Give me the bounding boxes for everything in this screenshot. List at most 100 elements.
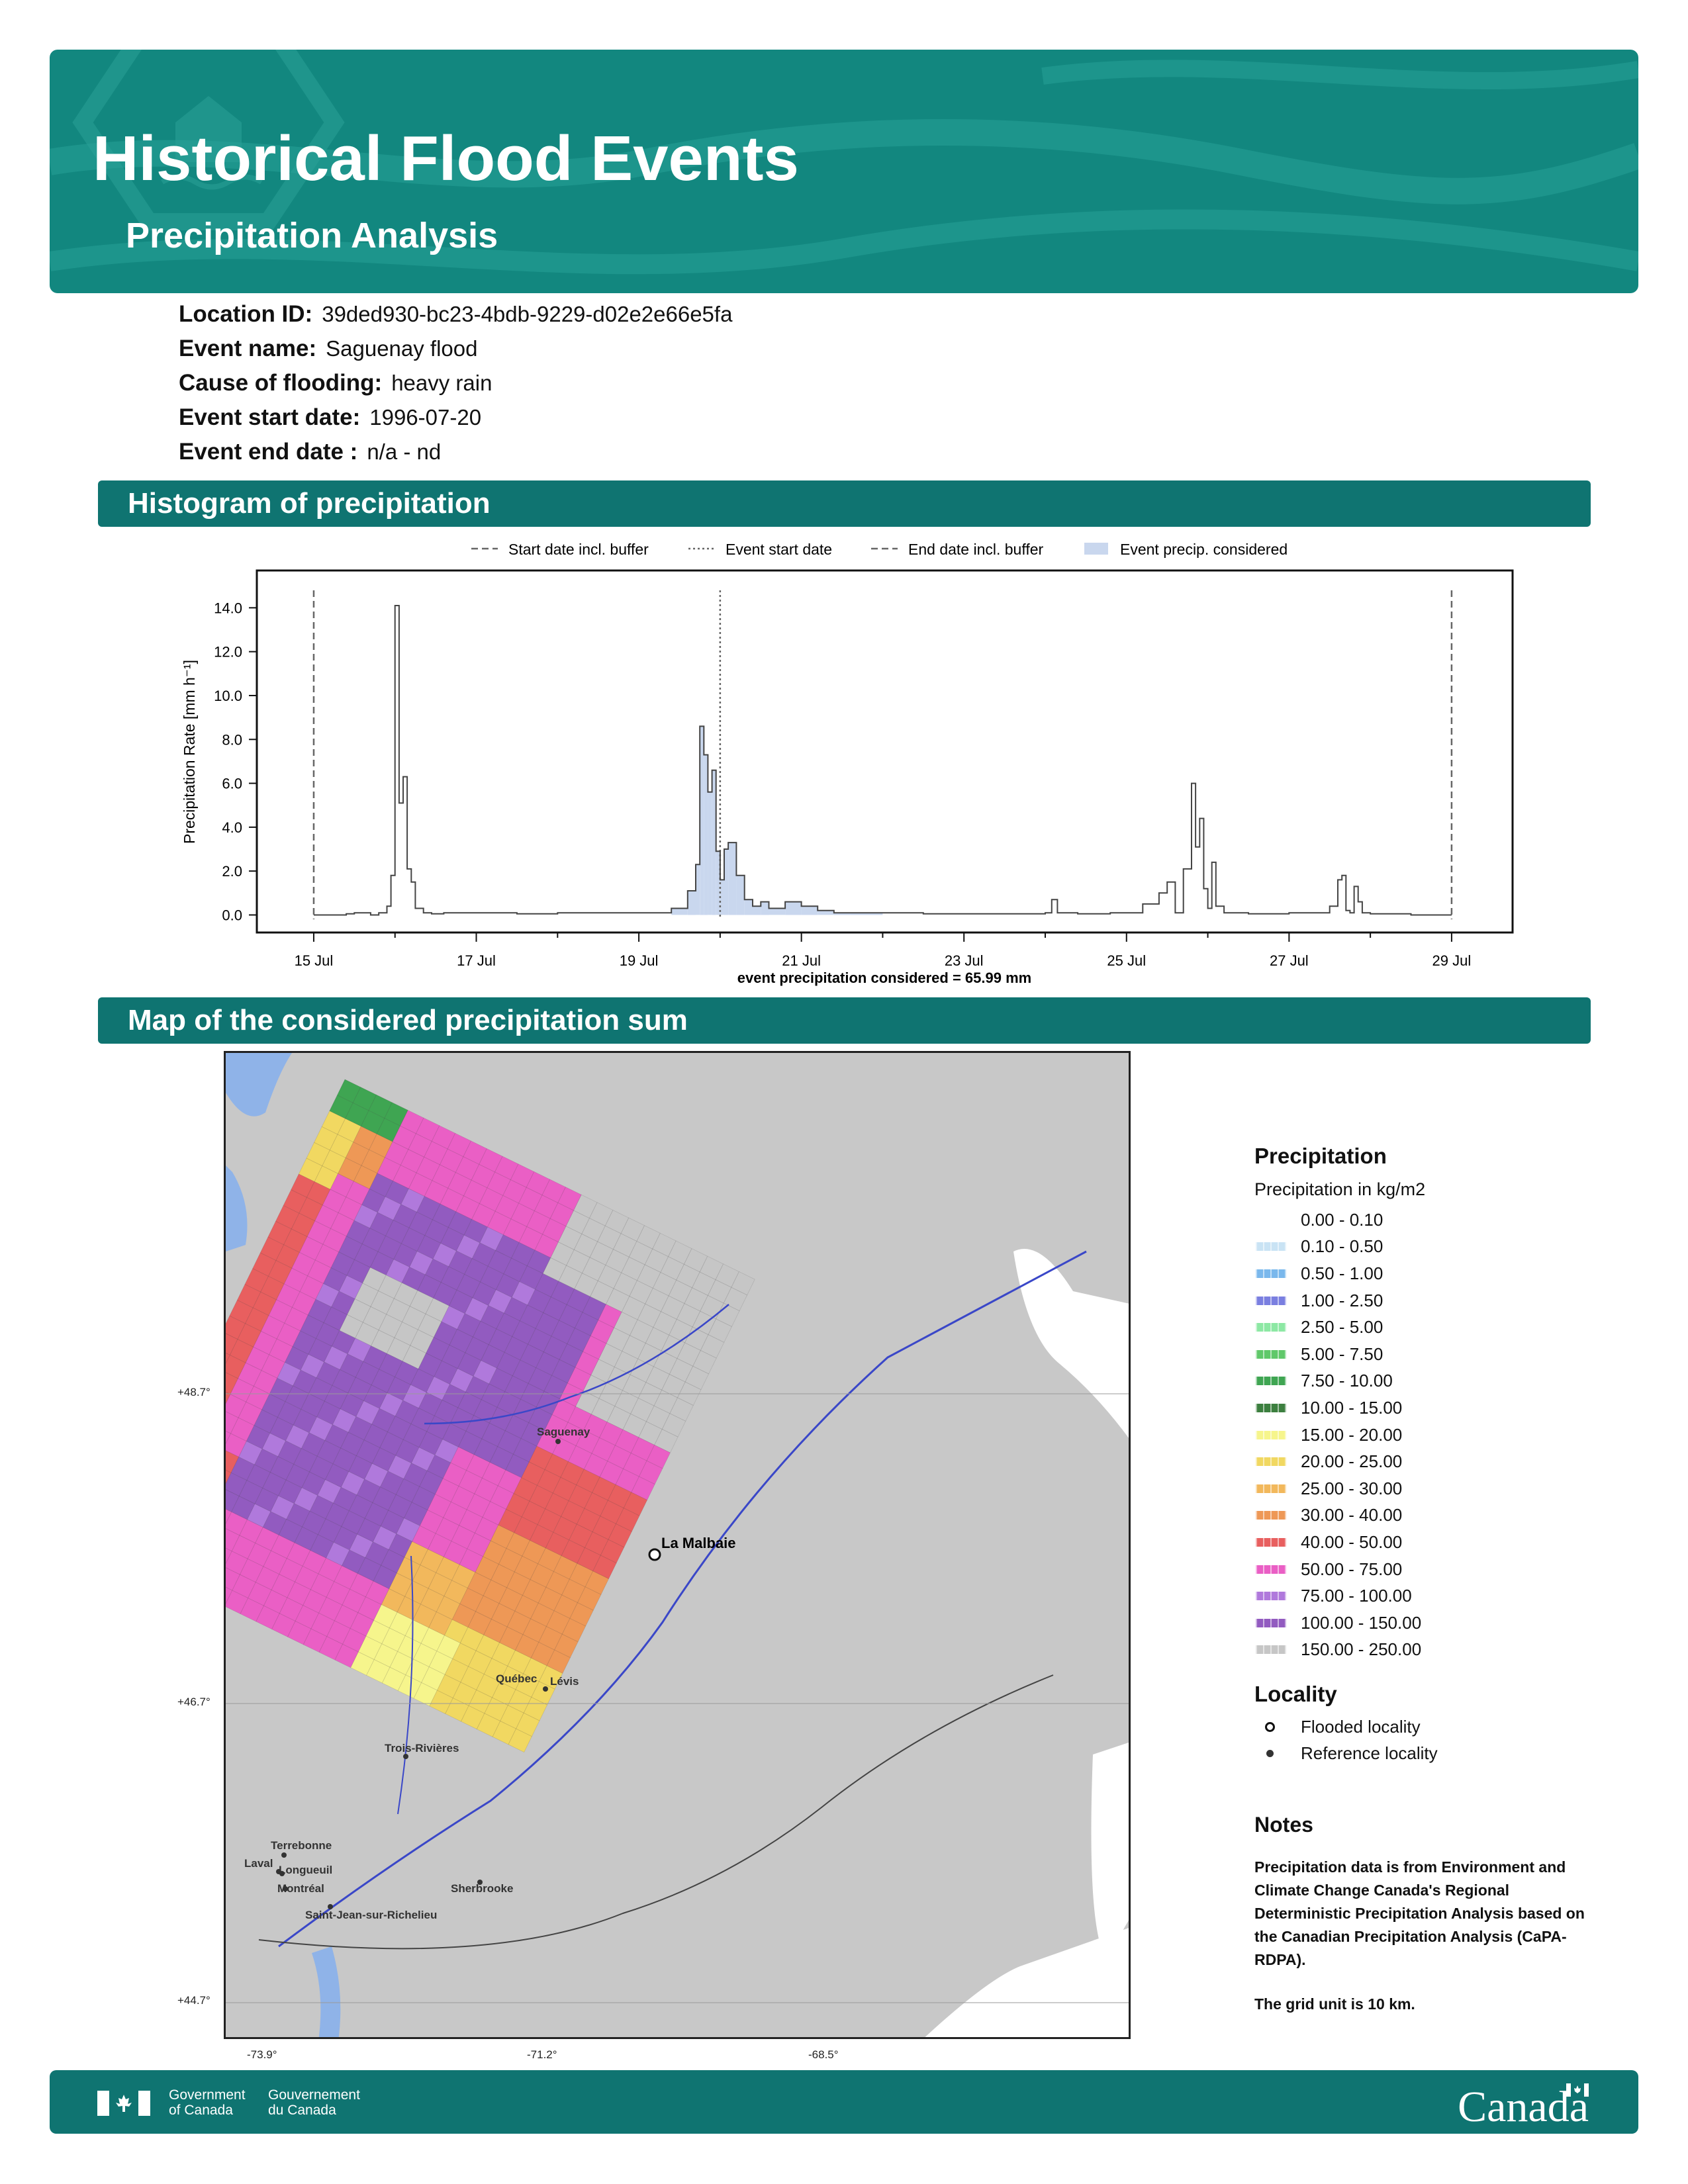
legend-item-7: 10.00 - 15.00 bbox=[1254, 1394, 1625, 1422]
chart-plot-frame bbox=[256, 569, 1514, 934]
locality-legend-title: Locality bbox=[1254, 1682, 1337, 1707]
event-precip-bar-16 bbox=[785, 901, 802, 915]
event-precip-bar-15 bbox=[769, 908, 786, 915]
event-precip-bar-10 bbox=[728, 842, 737, 915]
legend-item-1: 0.10 - 0.50 bbox=[1254, 1234, 1625, 1261]
legend-label-4: 2.50 - 5.00 bbox=[1301, 1317, 1383, 1338]
x-tick-label-0: 15 Jul bbox=[295, 952, 334, 969]
x-tick-label-3: 21 Jul bbox=[782, 952, 821, 969]
y-tick-label-6: 12.0 bbox=[214, 644, 242, 660]
legend-swatch-11 bbox=[1256, 1511, 1286, 1520]
canada-wordmark: Canada bbox=[1458, 2083, 1589, 2131]
legend-label-2: 0.50 - 1.00 bbox=[1301, 1263, 1383, 1283]
legend-swatch-9 bbox=[1256, 1457, 1286, 1467]
lat-label-1: +48.7° bbox=[177, 1386, 211, 1398]
legend-label-10: 25.00 - 30.00 bbox=[1301, 1478, 1403, 1498]
longueuil-label: Longueuil bbox=[279, 1864, 332, 1876]
legend-swatch-3 bbox=[1256, 1296, 1286, 1305]
terrebonne-label: Terrebonne bbox=[271, 1839, 332, 1852]
legend-item-3: 1.00 - 2.50 bbox=[1254, 1287, 1625, 1314]
event-precip-bar-0 bbox=[671, 908, 688, 915]
legend-swatch-14 bbox=[1256, 1592, 1286, 1601]
canada-flag-icon bbox=[97, 2091, 150, 2116]
border-line bbox=[258, 1674, 1054, 1950]
terrebonne-marker bbox=[281, 1852, 287, 1858]
trois-rivieres-marker bbox=[403, 1754, 408, 1759]
legend-item-15: 100.00 - 150.00 bbox=[1254, 1610, 1625, 1637]
legend-label-5: 5.00 - 7.50 bbox=[1301, 1343, 1383, 1364]
saguenay-label: Saguenay bbox=[537, 1426, 590, 1438]
legend-end-buffer-label: End date incl. buffer bbox=[908, 541, 1043, 558]
legend-item-8: 15.00 - 20.00 bbox=[1254, 1422, 1625, 1449]
x-axis-summary-label: event precipitation considered = 65.99 m… bbox=[737, 970, 1031, 986]
lon-label-1: -73.9° bbox=[247, 2048, 277, 2061]
legend-label-8: 15.00 - 20.00 bbox=[1301, 1424, 1403, 1445]
legend-item-2: 0.50 - 1.00 bbox=[1254, 1260, 1625, 1287]
legend-label-7: 10.00 - 15.00 bbox=[1301, 1397, 1403, 1418]
legend-label-9: 20.00 - 25.00 bbox=[1301, 1451, 1403, 1472]
chart-reference-lines bbox=[312, 590, 1453, 919]
legend-swatch-7 bbox=[1256, 1403, 1286, 1412]
legend-item-0: 0.00 - 0.10 bbox=[1254, 1206, 1625, 1234]
footer-bar: Government of Canada Gouvernement du Can… bbox=[50, 2070, 1638, 2134]
sherbrooke-label: Sherbrooke bbox=[451, 1882, 513, 1895]
event-precip-bar-17 bbox=[801, 906, 818, 915]
y-tick-label-2: 4.0 bbox=[222, 819, 242, 836]
lat-label-3: +44.7° bbox=[177, 1994, 211, 2007]
flooded-locality-label: Flooded locality bbox=[1301, 1716, 1421, 1737]
y-tick-label-4: 8.0 bbox=[222, 731, 242, 748]
legend-swatch-5 bbox=[1256, 1349, 1286, 1359]
laval-label: Laval bbox=[244, 1857, 273, 1870]
reference-locality-item: Reference locality bbox=[1254, 1740, 1625, 1766]
legend-swatch-13 bbox=[1256, 1565, 1286, 1574]
map-section-header: Map of the considered precipitation sum bbox=[98, 997, 1591, 1044]
legend-item-6: 7.50 - 10.00 bbox=[1254, 1368, 1625, 1395]
legend-item-12: 40.00 - 50.00 bbox=[1254, 1529, 1625, 1556]
montreal-label: Montréal bbox=[277, 1882, 324, 1895]
x-tick-label-7: 29 Jul bbox=[1432, 952, 1472, 969]
legend-item-4: 2.50 - 5.00 bbox=[1254, 1314, 1625, 1341]
la-malbaie-label: La Malbaie bbox=[661, 1535, 735, 1551]
legend-label-3: 1.00 - 2.50 bbox=[1301, 1290, 1383, 1310]
y-axis-ticks: 0.0 2.0 4.0 6.0 8.0 10.0 12.0 14.0 bbox=[214, 600, 257, 923]
legend-swatch-10 bbox=[1256, 1484, 1286, 1493]
precip-series-line bbox=[313, 605, 1452, 916]
legend-item-11: 30.00 - 40.00 bbox=[1254, 1502, 1625, 1529]
legend-label-12: 40.00 - 50.00 bbox=[1301, 1531, 1403, 1552]
gov-fr-line1: Gouvernement bbox=[268, 2087, 360, 2103]
atlantic-water-area bbox=[925, 1928, 1129, 2037]
legend-swatch-2 bbox=[1256, 1269, 1286, 1278]
legend-swatch-12 bbox=[1256, 1537, 1286, 1547]
legend-label-15: 100.00 - 150.00 bbox=[1301, 1612, 1422, 1633]
lon-label-3: -68.5° bbox=[808, 2048, 839, 2061]
x-tick-label-5: 25 Jul bbox=[1107, 952, 1146, 969]
legend-items: 0.00 - 0.10 0.10 - 0.50 0.50 - 1.00 1.00 - … bbox=[1254, 1206, 1625, 1663]
event-precip-area bbox=[671, 726, 883, 915]
legend-item-10: 25.00 - 30.00 bbox=[1254, 1475, 1625, 1502]
x-axis-ticks: 15 Jul 17 Jul 19 Jul 21 Jul 23 Jul 25 Jul 27 J… bbox=[295, 933, 1472, 969]
legend-label-16: 150.00 - 250.00 bbox=[1301, 1639, 1422, 1660]
event-precip-bar-1 bbox=[687, 891, 696, 915]
gov-name-en: Government of Canada bbox=[169, 2087, 246, 2118]
legend-swatch-15 bbox=[1256, 1618, 1286, 1627]
legend-swatch-4 bbox=[1256, 1323, 1286, 1332]
lon-label-2: -71.2° bbox=[527, 2048, 557, 2061]
legend-item-5: 5.00 - 7.50 bbox=[1254, 1341, 1625, 1368]
reference-dot-icon bbox=[1266, 1749, 1274, 1757]
saguenay-marker bbox=[555, 1439, 561, 1444]
x-tick-label-4: 23 Jul bbox=[945, 952, 984, 969]
legend-swatch-8 bbox=[1256, 1430, 1286, 1439]
legend-item-9: 20.00 - 25.00 bbox=[1254, 1448, 1625, 1475]
precipitation-map: La Malbaie Saguenay Québec Lévis Trois-R… bbox=[224, 1051, 1131, 2039]
x-tick-label-1: 17 Jul bbox=[457, 952, 496, 969]
legend-swatch-6 bbox=[1256, 1377, 1286, 1386]
lat-label-2: +46.7° bbox=[177, 1696, 211, 1708]
precip-step-line bbox=[313, 605, 1452, 916]
reference-locality-label: Reference locality bbox=[1301, 1743, 1438, 1763]
gov-fr-line2: du Canada bbox=[268, 2103, 336, 2118]
lake-area-west bbox=[226, 1165, 248, 1251]
legend-item-14: 75.00 - 100.00 bbox=[1254, 1582, 1625, 1610]
notes-title: Notes bbox=[1254, 1813, 1313, 1837]
legend-label-1: 0.10 - 0.50 bbox=[1301, 1236, 1383, 1257]
y-tick-label-0: 0.0 bbox=[222, 907, 242, 923]
